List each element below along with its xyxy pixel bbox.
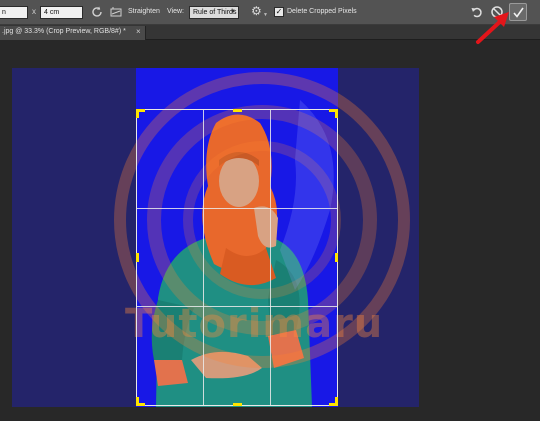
crop-box[interactable] bbox=[136, 109, 338, 406]
crop-handle-top-left-v[interactable] bbox=[136, 109, 139, 118]
crop-height-field[interactable]: 4 cm bbox=[40, 6, 83, 19]
crop-handle-bottom-right-v[interactable] bbox=[335, 397, 338, 406]
annotation-arrow-icon bbox=[476, 12, 509, 44]
crop-options-bar: n x 4 cm Straighten View: Rule of Thirds… bbox=[0, 0, 540, 25]
delete-cropped-pixels-checkbox[interactable]: ✓ bbox=[274, 7, 284, 17]
grid-line-vertical-2 bbox=[270, 110, 271, 405]
gear-icon[interactable]: ⚙ bbox=[251, 4, 262, 18]
crop-handle-right[interactable] bbox=[335, 253, 338, 262]
delete-cropped-pixels-label: Delete Cropped Pixels bbox=[287, 8, 357, 15]
view-overlay-select[interactable]: Rule of Thirds ▼ bbox=[189, 6, 239, 19]
crop-handle-top-right-v[interactable] bbox=[335, 109, 338, 118]
crop-handle-bottom-left-v[interactable] bbox=[136, 397, 139, 406]
document-tab-bar: .jpg @ 33.3% (Crop Preview, RGB/8#) * × bbox=[0, 25, 540, 40]
grid-line-horizontal-2 bbox=[137, 306, 337, 307]
grid-line-horizontal-1 bbox=[137, 208, 337, 209]
chevron-down-icon: ▼ bbox=[230, 9, 236, 15]
straighten-label[interactable]: Straighten bbox=[128, 8, 160, 15]
swap-dimensions-symbol[interactable]: x bbox=[32, 7, 36, 16]
crop-handle-bottom[interactable] bbox=[233, 403, 242, 406]
close-icon[interactable]: × bbox=[136, 27, 141, 36]
grid-line-vertical-1 bbox=[203, 110, 204, 405]
crop-width-field[interactable]: n bbox=[0, 6, 28, 19]
straighten-level-icon[interactable] bbox=[110, 6, 122, 18]
view-label: View: bbox=[167, 8, 184, 15]
document-tab[interactable]: .jpg @ 33.3% (Crop Preview, RGB/8#) * × bbox=[0, 26, 146, 40]
document-tab-title: .jpg @ 33.3% (Crop Preview, RGB/8#) * bbox=[2, 28, 126, 35]
chevron-down-icon[interactable]: ▼ bbox=[263, 12, 268, 18]
crop-handle-top[interactable] bbox=[233, 109, 242, 112]
crop-handle-left[interactable] bbox=[136, 253, 139, 262]
rotate-icon[interactable] bbox=[90, 5, 104, 19]
